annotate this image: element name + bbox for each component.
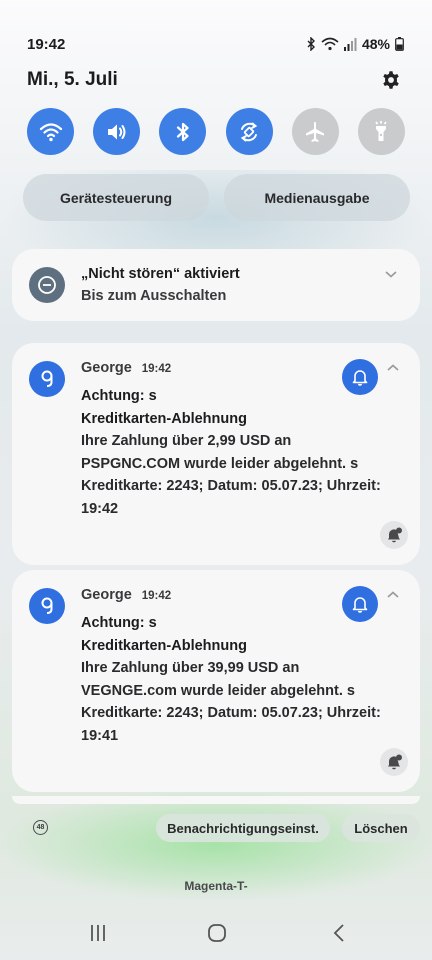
device-buttons-row: Gerätesteuerung Medienausgabe — [23, 174, 410, 221]
carrier-label: Magenta-T- — [184, 879, 248, 893]
notification-body: Achtung: s Kreditkarten-Ablehnung Ihre Z… — [81, 612, 404, 747]
flashlight-toggle[interactable] — [357, 108, 405, 155]
notification-text-line1: Ihre Zahlung über 2,99 USD an — [81, 433, 292, 449]
notification-text-line1: Ihre Zahlung über 39,99 USD an — [81, 660, 300, 676]
bell-icon — [352, 597, 368, 613]
dnd-card[interactable]: „Nicht stören“ aktiviert Bis zum Ausscha… — [12, 249, 420, 321]
notification-card[interactable]: George 19:42 Achtung: s Kreditkarten-Abl… — [12, 343, 420, 565]
back-icon — [333, 924, 344, 942]
notification-text-line2: VEGNGE.com wurde leider abgelehnt. s — [81, 682, 355, 699]
auto-rotate-toggle[interactable] — [225, 108, 273, 155]
notification-time: 19:42 — [141, 363, 172, 375]
home-icon — [208, 924, 226, 942]
sound-icon — [107, 124, 126, 139]
bluetooth-icon — [307, 37, 315, 51]
date-label: Mi., 5. Juli — [27, 69, 118, 90]
notification-title-line2: Kreditkarten-Ablehnung — [81, 410, 247, 427]
chevron-down-icon[interactable] — [384, 267, 398, 281]
auto-rotate-icon — [240, 122, 258, 141]
notification-count-badge: 48 — [33, 820, 48, 835]
signal-icon — [343, 37, 357, 51]
notification-actions-row: 48 Benachrichtigungseinst. Löschen — [27, 814, 420, 842]
dnd-subtitle: Bis zum Ausschalten — [81, 288, 227, 304]
notification-title-line1: Achtung: s — [81, 615, 157, 631]
sound-toggle[interactable] — [93, 108, 141, 155]
stacked-notification-edge — [12, 796, 420, 804]
dnd-title: „Nicht stören“ aktiviert — [81, 266, 240, 282]
recent-apps-icon — [91, 925, 105, 941]
device-control-button[interactable]: Gerätesteuerung — [23, 174, 209, 221]
notification-title-line1: Achtung: s — [81, 388, 157, 404]
notification-text-line3: Kreditkarte: 2243; Datum: 05.07.23; Uhrz… — [81, 478, 381, 494]
notification-title-line2: Kreditkarten-Ablehnung — [81, 637, 247, 654]
snooze-button[interactable] — [380, 521, 408, 549]
snooze-icon — [388, 527, 402, 543]
recent-apps-button[interactable] — [86, 922, 110, 944]
notification-text-line2: PSPGNC.COM wurde leider abgelehnt. s — [81, 455, 359, 472]
battery-percent: 48% — [361, 36, 390, 52]
george-app-icon — [29, 588, 65, 624]
notification-time: 19:42 — [141, 590, 172, 602]
wifi-toggle[interactable] — [27, 108, 74, 155]
dnd-minus-icon — [29, 267, 65, 303]
george-app-icon — [29, 361, 65, 397]
status-bar: 19:42 48% — [27, 32, 404, 56]
snooze-icon — [388, 754, 402, 770]
status-icons: 48% — [306, 36, 404, 52]
airplane-mode-icon — [306, 121, 325, 142]
wifi-icon — [321, 37, 339, 51]
notification-settings-button[interactable]: Benachrichtigungseinst. — [156, 814, 330, 842]
bluetooth-toggle[interactable] — [159, 108, 207, 155]
snooze-button[interactable] — [380, 748, 408, 776]
chevron-up-icon[interactable] — [386, 361, 400, 375]
notification-text-line3: Kreditkarte: 2243; Datum: 05.07.23; Uhrz… — [81, 705, 381, 721]
chevron-up-icon[interactable] — [386, 588, 400, 602]
navigation-bar — [0, 918, 432, 948]
wifi-icon — [39, 122, 62, 141]
notification-text-line4: 19:42 — [81, 500, 119, 517]
airplane-mode-toggle[interactable] — [291, 108, 339, 155]
home-button[interactable] — [205, 922, 229, 944]
gear-icon[interactable] — [380, 69, 402, 91]
quick-toggles — [27, 108, 405, 155]
bell-icon — [352, 370, 368, 386]
notification-text-line4: 19:41 — [81, 727, 119, 744]
app-name: George — [81, 587, 132, 603]
clear-all-button[interactable]: Löschen — [342, 814, 420, 842]
date-row: Mi., 5. Juli — [27, 66, 402, 94]
notification-body: Achtung: s Kreditkarten-Ablehnung Ihre Z… — [81, 385, 404, 520]
media-output-button[interactable]: Medienausgabe — [224, 174, 410, 221]
app-name: George — [81, 360, 132, 376]
flashlight-icon — [375, 120, 388, 141]
status-time: 19:42 — [27, 35, 66, 53]
notification-card[interactable]: George 19:42 Achtung: s Kreditkarten-Abl… — [12, 570, 420, 792]
bluetooth-icon — [176, 122, 189, 141]
battery-icon — [395, 37, 404, 51]
back-button[interactable] — [327, 922, 351, 944]
